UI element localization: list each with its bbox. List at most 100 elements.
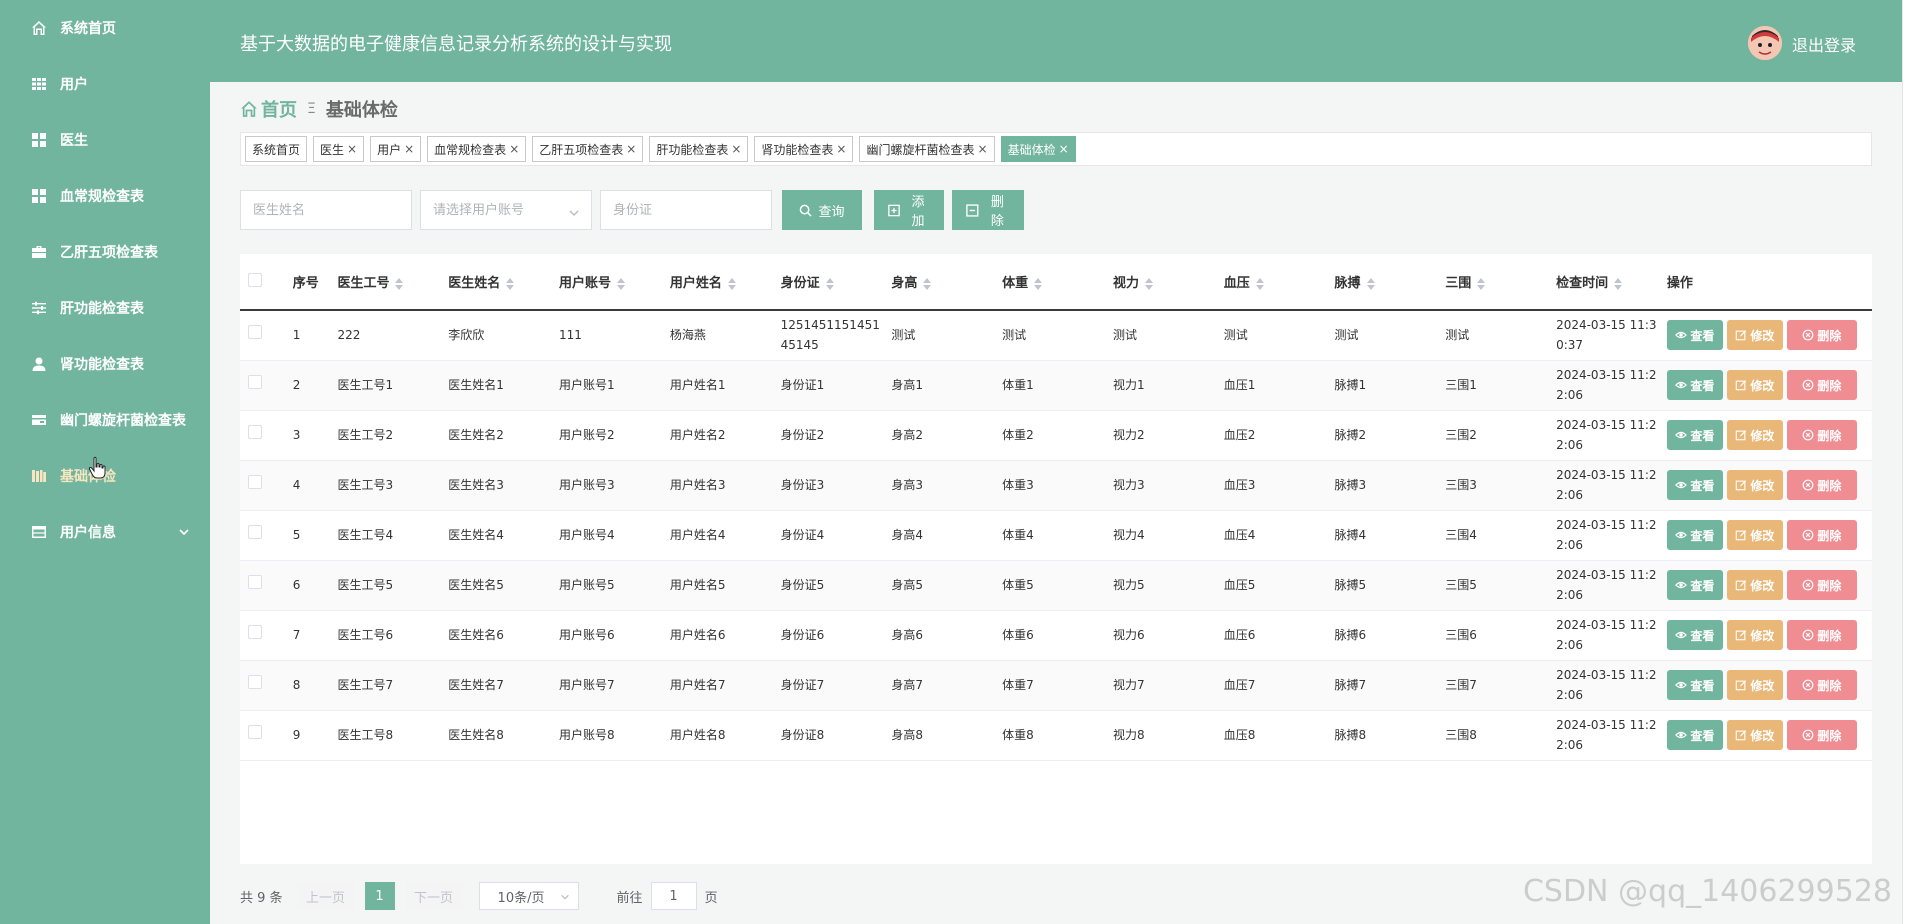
row-checkbox[interactable] (248, 575, 262, 589)
view-button[interactable]: 查看 (1666, 670, 1723, 700)
column-header-7[interactable]: 体重 (994, 254, 1105, 310)
edit-button[interactable]: 修改 (1726, 320, 1783, 351)
row-checkbox[interactable] (248, 725, 262, 739)
tag-7[interactable]: 幽门螺旋杆菌检查表 × (859, 136, 995, 162)
right-scrollbar[interactable] (1902, 0, 1912, 924)
column-header-12[interactable]: 检查时间 (1548, 254, 1659, 310)
delete-button[interactable]: 删除 (1786, 570, 1857, 600)
delete-button[interactable]: 删除 (1786, 470, 1857, 500)
edit-button[interactable]: 修改 (1726, 620, 1783, 650)
column-header-2[interactable]: 医生姓名 (440, 254, 551, 310)
view-button[interactable]: 查看 (1666, 420, 1723, 450)
close-icon[interactable]: × (626, 142, 636, 156)
column-header-4[interactable]: 用户姓名 (662, 254, 773, 310)
sort-caret-icon[interactable] (825, 277, 834, 290)
sidebar-item-2[interactable]: 医生 (0, 112, 210, 168)
sort-caret-icon[interactable] (617, 277, 626, 290)
sidebar-item-1[interactable]: 用户 (0, 56, 210, 112)
view-button[interactable]: 查看 (1666, 720, 1723, 750)
sidebar-item-9[interactable]: 用户信息 (0, 504, 210, 560)
delete-button[interactable]: 删除 (1786, 370, 1857, 400)
column-header-1[interactable]: 医生工号 (329, 254, 440, 310)
column-header-10[interactable]: 脉搏 (1327, 254, 1438, 310)
sort-caret-icon[interactable] (923, 277, 932, 290)
column-header-9[interactable]: 血压 (1216, 254, 1327, 310)
tag-4[interactable]: 乙肝五项检查表 × (532, 136, 644, 162)
row-checkbox[interactable] (248, 425, 262, 439)
user-account-select-input[interactable] (420, 190, 592, 230)
tag-5[interactable]: 肝功能检查表 × (649, 136, 749, 162)
edit-button[interactable]: 修改 (1726, 520, 1783, 550)
close-icon[interactable]: × (731, 142, 741, 156)
next-page-button[interactable]: 下一页 (404, 882, 463, 910)
delete-button[interactable]: 删除 (1786, 420, 1857, 450)
close-icon[interactable]: × (836, 142, 846, 156)
delete-button[interactable]: 删除 (1786, 320, 1857, 351)
breadcrumb-home[interactable]: 首页 (240, 96, 297, 122)
row-checkbox[interactable] (248, 675, 262, 689)
tag-8[interactable]: 基础体检 × (1000, 136, 1076, 162)
edit-button[interactable]: 修改 (1726, 670, 1783, 700)
row-checkbox[interactable] (248, 325, 262, 340)
sort-caret-icon[interactable] (1144, 277, 1153, 290)
view-button[interactable]: 查看 (1666, 620, 1723, 650)
select-all-checkbox[interactable] (248, 272, 262, 287)
sort-caret-icon[interactable] (727, 277, 736, 290)
sidebar-item-0[interactable]: 系统首页 (0, 0, 210, 56)
delete-button[interactable]: 删除 (1786, 520, 1857, 550)
tag-6[interactable]: 肾功能检查表 × (754, 136, 854, 162)
edit-button[interactable]: 修改 (1726, 420, 1783, 450)
sidebar-item-4[interactable]: 乙肝五项检查表 (0, 224, 210, 280)
view-button[interactable]: 查看 (1666, 320, 1723, 351)
prev-page-button[interactable]: 上一页 (296, 882, 355, 910)
column-header-11[interactable]: 三围 (1437, 254, 1548, 310)
delete-button[interactable]: 删除 (1786, 720, 1857, 750)
delete-button[interactable]: 删除 (1786, 670, 1857, 700)
sidebar-item-5[interactable]: 肝功能检查表 (0, 280, 210, 336)
doctor-name-input[interactable] (240, 190, 412, 230)
delete-button[interactable]: 删除 (1786, 620, 1857, 650)
row-checkbox[interactable] (248, 475, 262, 489)
tag-0[interactable]: 系统首页 (245, 136, 308, 162)
column-header-5[interactable]: 身份证 (773, 254, 884, 310)
close-icon[interactable]: × (347, 142, 357, 156)
view-button[interactable]: 查看 (1666, 470, 1723, 500)
column-header-3[interactable]: 用户账号 (551, 254, 662, 310)
id-card-input[interactable] (600, 190, 772, 230)
add-button[interactable]: 添加 (874, 190, 944, 230)
close-icon[interactable]: × (509, 142, 519, 156)
view-button[interactable]: 查看 (1666, 570, 1723, 600)
view-button[interactable]: 查看 (1666, 370, 1723, 400)
sidebar-item-3[interactable]: 血常规检查表 (0, 168, 210, 224)
column-header-8[interactable]: 视力 (1105, 254, 1216, 310)
close-icon[interactable]: × (404, 142, 414, 156)
batch-delete-button[interactable]: 删除 (952, 190, 1024, 230)
close-icon[interactable]: × (1059, 142, 1069, 156)
sidebar-item-6[interactable]: 肾功能检查表 (0, 336, 210, 392)
view-button[interactable]: 查看 (1666, 520, 1723, 550)
sort-caret-icon[interactable] (1366, 277, 1375, 290)
user-account-select[interactable] (420, 190, 592, 230)
logout-link[interactable]: 退出登录 (1792, 32, 1856, 56)
sort-caret-icon[interactable] (395, 277, 404, 290)
edit-button[interactable]: 修改 (1726, 570, 1783, 600)
sort-caret-icon[interactable] (1034, 277, 1043, 290)
page-number-current[interactable]: 1 (364, 882, 395, 910)
tag-2[interactable]: 用户 × (370, 136, 422, 162)
goto-page-input[interactable] (650, 882, 697, 910)
row-checkbox[interactable] (248, 625, 262, 639)
column-header-6[interactable]: 身高 (883, 254, 994, 310)
row-checkbox[interactable] (248, 525, 262, 539)
tag-1[interactable]: 医生 × (313, 136, 365, 162)
edit-button[interactable]: 修改 (1726, 470, 1783, 500)
sort-caret-icon[interactable] (1614, 277, 1623, 290)
sort-caret-icon[interactable] (1477, 277, 1486, 290)
sort-caret-icon[interactable] (1255, 277, 1264, 290)
sidebar-item-7[interactable]: 幽门螺旋杆菌检查表 (0, 392, 210, 448)
edit-button[interactable]: 修改 (1726, 370, 1783, 400)
avatar[interactable] (1748, 26, 1782, 60)
page-size-select[interactable]: 10条/页 (478, 882, 579, 910)
sort-caret-icon[interactable] (506, 277, 515, 290)
edit-button[interactable]: 修改 (1726, 720, 1783, 750)
close-icon[interactable]: × (978, 142, 988, 156)
